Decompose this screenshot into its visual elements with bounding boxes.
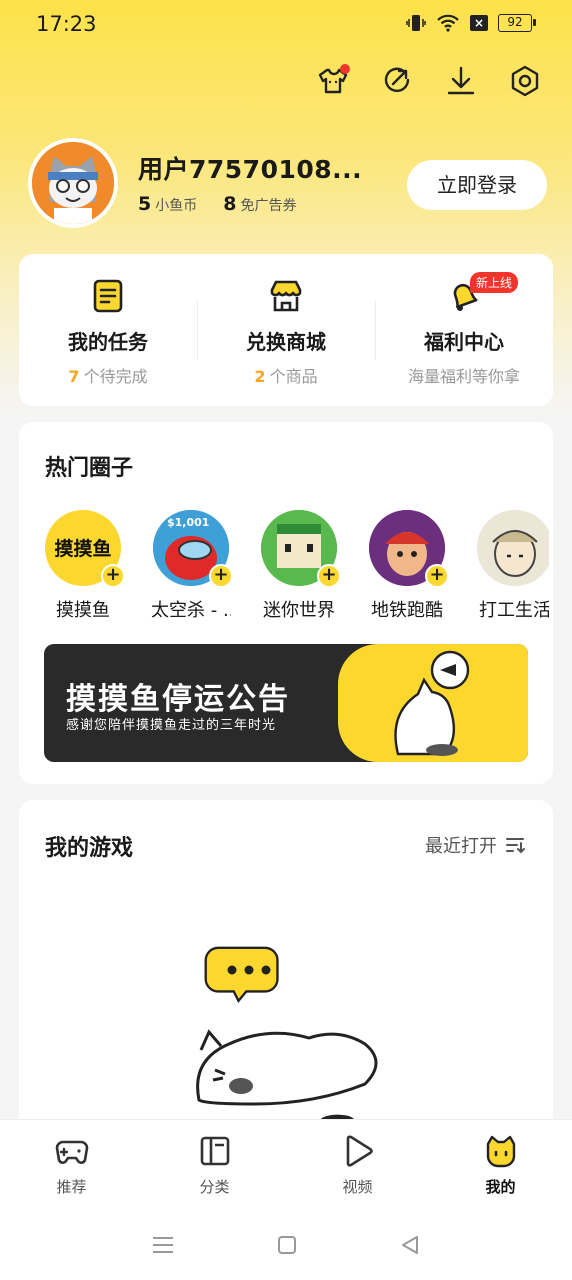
coins-value: 5 bbox=[138, 193, 152, 215]
coupons-value: 8 bbox=[223, 193, 237, 215]
tab-recommend-label: 推荐 bbox=[56, 1178, 87, 1196]
crewmate-sign-text: $1,001 bbox=[167, 516, 209, 529]
notification-dot bbox=[340, 64, 350, 74]
subway-surfers-logo: + bbox=[369, 510, 449, 588]
welfare-link[interactable]: 新上线 福利中心 海量福利等你拿 bbox=[375, 254, 553, 406]
space-kill-logo: $1,001 + bbox=[153, 510, 233, 588]
my-games-title: 我的游戏 bbox=[45, 836, 134, 861]
tab-mine-label: 我的 bbox=[485, 1178, 516, 1196]
coupons-stat[interactable]: 8 免广告券 bbox=[223, 193, 296, 215]
system-nav-bar bbox=[0, 1210, 572, 1280]
tasks-link[interactable]: 我的任务 7 个待完成 bbox=[19, 254, 197, 406]
join-circle-button[interactable]: + bbox=[209, 564, 233, 588]
join-circle-button[interactable]: + bbox=[101, 564, 125, 588]
hot-circles-card: 热门圈子 摸摸鱼 + 摸摸鱼 $1,001 + 太空杀 - ... + 迷你世界 bbox=[19, 422, 553, 784]
tab-category[interactable]: 分类 bbox=[143, 1120, 286, 1210]
new-badge: 新上线 bbox=[470, 272, 519, 293]
login-button[interactable]: 立即登录 bbox=[407, 160, 547, 210]
circle-item[interactable]: $1,001 + 太空杀 - ... bbox=[151, 510, 233, 630]
join-circle-button[interactable]: + bbox=[317, 564, 341, 588]
banner-title: 摸摸鱼停运公告 bbox=[66, 682, 290, 717]
status-bar: 17:23 × 92 bbox=[0, 0, 572, 50]
hot-circles-title: 热门圈子 bbox=[45, 456, 134, 481]
circle-label: 迷你世界 bbox=[263, 600, 335, 621]
coins-stat[interactable]: 5 小鱼币 bbox=[138, 193, 197, 215]
tab-recommend[interactable]: 推荐 bbox=[0, 1120, 143, 1210]
sad-cat-illustration bbox=[394, 650, 470, 756]
shop-sub: 个商品 bbox=[269, 367, 318, 386]
tasks-title: 我的任务 bbox=[68, 330, 148, 354]
vibrate-icon bbox=[406, 15, 426, 31]
coupons-label: 免广告券 bbox=[240, 198, 297, 214]
join-circle-button[interactable]: + bbox=[425, 564, 449, 588]
circle-label: 打工生活 bbox=[479, 600, 549, 621]
status-time: 17:23 bbox=[36, 12, 97, 36]
momoyu-logo-text: 摸摸鱼 bbox=[54, 538, 112, 560]
battery-icon: 92 bbox=[498, 14, 536, 32]
worker-character-icon bbox=[477, 510, 549, 586]
share-icon bbox=[384, 67, 410, 92]
circle-label: 地铁跑酷 bbox=[371, 600, 443, 621]
download-icon bbox=[447, 66, 475, 95]
bottom-nav: 推荐 分类 视频 我的 bbox=[0, 1120, 572, 1210]
circle-item[interactable]: + 迷你世界 bbox=[259, 510, 341, 630]
status-icons: × 92 bbox=[406, 14, 536, 32]
circle-item[interactable]: 打工生活 bbox=[475, 510, 549, 630]
wifi-icon bbox=[437, 14, 459, 32]
circle-label: 太空杀 - ... bbox=[151, 600, 231, 621]
header-actions bbox=[316, 64, 542, 98]
tab-video[interactable]: 视频 bbox=[286, 1120, 429, 1210]
tasks-sub: 个待完成 bbox=[83, 367, 148, 386]
shutdown-notice-banner[interactable]: 摸摸鱼停运公告 感谢您陪伴摸摸鱼走过的三年时光 bbox=[44, 644, 528, 762]
settings-button[interactable] bbox=[508, 64, 542, 98]
mini-world-logo: + bbox=[261, 510, 341, 588]
circle-label: 摸摸鱼 bbox=[56, 600, 110, 621]
circle-item[interactable]: 摸摸鱼 + 摸摸鱼 bbox=[43, 510, 125, 630]
tab-video-label: 视频 bbox=[342, 1178, 373, 1196]
banner-subtitle: 感谢您陪伴摸摸鱼走过的三年时光 bbox=[66, 718, 277, 733]
quick-links-card: 我的任务 7 个待完成 兑换商城 2 个商品 新上线 福利中心 海量福利等你拿 bbox=[19, 254, 553, 406]
sort-recent-button[interactable]: 最近打开 bbox=[425, 832, 525, 858]
category-icon bbox=[200, 1136, 229, 1166]
sort-label: 最近打开 bbox=[425, 836, 497, 857]
gear-icon bbox=[511, 65, 539, 97]
outfit-button[interactable] bbox=[316, 64, 350, 98]
welfare-sub: 海量福利等你拿 bbox=[407, 367, 520, 386]
coins-label: 小鱼币 bbox=[155, 198, 198, 214]
no-sim-icon: × bbox=[470, 15, 488, 31]
cat-avatar-icon bbox=[32, 142, 114, 224]
task-list-icon bbox=[93, 279, 123, 313]
tab-mine[interactable]: 我的 bbox=[429, 1120, 572, 1210]
store-icon bbox=[270, 280, 302, 312]
momoyu-logo: 摸摸鱼 + bbox=[45, 510, 125, 588]
empty-state-cat-illustration bbox=[196, 946, 378, 1130]
sort-icon bbox=[506, 838, 525, 854]
shop-title: 兑换商城 bbox=[246, 330, 326, 354]
cat-face-icon bbox=[486, 1135, 515, 1168]
avatar[interactable] bbox=[28, 138, 118, 228]
home-icon[interactable] bbox=[277, 1235, 297, 1255]
shop-link[interactable]: 兑换商城 2 个商品 bbox=[197, 254, 375, 406]
username[interactable]: 用户77570108... bbox=[138, 150, 362, 186]
play-icon bbox=[346, 1135, 373, 1167]
tab-category-label: 分类 bbox=[199, 1178, 230, 1196]
gamepad-icon bbox=[55, 1140, 88, 1164]
circles-list[interactable]: 摸摸鱼 + 摸摸鱼 $1,001 + 太空杀 - ... + 迷你世界 + 地 bbox=[43, 510, 549, 630]
welfare-title: 福利中心 bbox=[424, 330, 504, 354]
circle-item[interactable]: + 地铁跑酷 bbox=[367, 510, 449, 630]
back-icon[interactable] bbox=[400, 1235, 420, 1255]
user-stats: 5 小鱼币 8 免广告券 bbox=[138, 193, 296, 215]
menu-icon[interactable] bbox=[152, 1235, 174, 1255]
download-button[interactable] bbox=[444, 64, 478, 98]
work-life-logo bbox=[477, 510, 549, 586]
share-button[interactable] bbox=[380, 64, 414, 98]
shop-count: 2 bbox=[254, 367, 266, 386]
tasks-count: 7 bbox=[68, 367, 80, 386]
banner-yellow-panel bbox=[338, 644, 528, 762]
